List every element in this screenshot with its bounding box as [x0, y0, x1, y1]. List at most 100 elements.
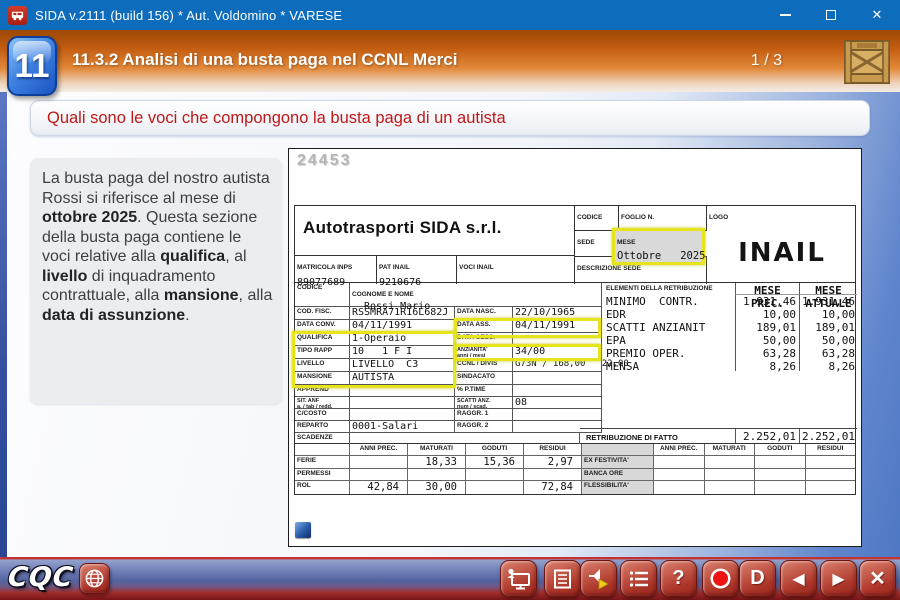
sida-truck-icon	[8, 5, 27, 25]
datanasc-value: 22/10/1965	[513, 307, 602, 319]
codice-label: CODICE	[577, 214, 603, 221]
dataass-value: 04/11/1991	[513, 320, 602, 332]
globe-button[interactable]	[79, 563, 110, 594]
banca-ore-label: BANCA ORE	[582, 468, 654, 481]
logo-label: LOGO	[709, 214, 729, 221]
sede-label: SEDE	[577, 239, 595, 246]
tiporapp-label: TIPO RAPP	[295, 346, 350, 358]
payslip-body-block: CODICE COGNOME E NOME Rossi Mario COD. FI…	[294, 283, 857, 444]
mese-prec-header: MESE PREC.	[735, 283, 799, 309]
cognome-label: COGNOME E NOME	[352, 291, 414, 298]
mese-highlight-box: MESE Ottobre 2025	[612, 228, 706, 265]
text-page-button[interactable]	[544, 560, 581, 597]
datacess-value	[513, 333, 602, 345]
title-bar: SIDA v.2111 (build 156) * Aut. Voldomino…	[0, 0, 900, 30]
record-button[interactable]	[702, 560, 739, 597]
page-indicator: 1 / 3	[750, 52, 782, 69]
raggr1-label: RAGGR. 1	[455, 409, 513, 420]
reparto-label: REPARTO	[295, 421, 350, 432]
minimize-icon	[779, 14, 791, 16]
left-accent-strip	[0, 92, 7, 557]
screen-share-button[interactable]	[500, 560, 537, 597]
datacess-label: DATA CESS.	[455, 333, 513, 345]
payslip-counters-table: ANNI PREC. MATURATI GODUTI RESIDUI ANNI …	[294, 444, 856, 495]
apprend-label: APPREND	[295, 385, 350, 396]
mese-label: MESE	[617, 239, 636, 246]
retribuzione-di-fatto-row: RETRIBUZIONE DI FATTO 2.252,01 2.252,01	[580, 428, 857, 443]
question-text: Quali sono le voci che compongono la bus…	[47, 108, 506, 127]
screen-share-icon	[507, 568, 530, 589]
minimize-button[interactable]	[762, 0, 808, 30]
qualifica-label: QUALIFICA	[295, 333, 350, 345]
audio-button[interactable]	[580, 560, 617, 597]
rol-row: ROL 42,84 30,00 72,84 FLESSIBILITA'	[295, 481, 855, 495]
speaker-icon	[588, 568, 609, 590]
retribuzione-prec: 2.252,01	[735, 429, 799, 443]
ex-festivita-label: EX FESTIVITA'	[582, 456, 654, 468]
dictionary-button[interactable]: D	[739, 560, 776, 597]
app-window: SIDA v.2111 (build 156) * Aut. Voldomino…	[0, 0, 900, 600]
livello-value: LIVELLO C3	[350, 359, 455, 371]
next-arrow-icon: ▶	[832, 570, 845, 588]
inail-logo: INAIL	[738, 238, 826, 268]
globe-icon	[85, 569, 104, 588]
mese-attuale-header: MESE ATTUALE	[799, 283, 857, 309]
foglio-label: FOGLIO N.	[621, 214, 655, 221]
close-window-button[interactable]: ✕	[854, 0, 900, 30]
cqc-logo: CQC	[6, 562, 76, 593]
flessibilita-label: FLESSIBILITA'	[582, 481, 654, 495]
payslip-header-block: Autotrasporti SIDA s.r.l. MATRICOLA INPS…	[294, 205, 856, 288]
index-button[interactable]	[620, 560, 657, 597]
dataconv-value: 04/11/1991	[350, 320, 455, 332]
scadenze-label: SCADENZE	[295, 433, 350, 444]
permessi-row: PERMESSI BANCA ORE	[295, 468, 855, 482]
codfisc-value: RSSMRA71R16L682J	[350, 307, 455, 319]
payroll-software-logo-icon	[295, 522, 311, 538]
window-title: SIDA v.2111 (build 156) * Aut. Voldomino…	[35, 7, 343, 23]
dataass-label: DATA ASS.	[455, 320, 513, 332]
pat-inail-label: PAT INAIL	[379, 264, 410, 271]
reparto-value: 0001-Salari	[350, 421, 455, 432]
help-button[interactable]: ?	[660, 560, 697, 597]
maximize-button[interactable]	[808, 0, 854, 30]
retribuzione-label: RETRIBUZIONE DI FATTO	[586, 433, 678, 442]
close-x-icon: ✕	[869, 568, 886, 590]
retribuzione-attuale: 2.252,01	[799, 429, 857, 443]
dataconv-label: DATA CONV.	[295, 320, 350, 332]
elementi-title: ELEMENTI DELLA RETRIBUZIONE	[606, 285, 713, 292]
col-residui: RESIDUI	[524, 444, 582, 455]
exit-button[interactable]: ✕	[859, 560, 896, 597]
main-content: Quali sono le voci che compongono la bus…	[0, 92, 900, 557]
cargo-crate-icon	[842, 36, 892, 88]
voci-inail-label: VOCI INAIL	[459, 264, 494, 271]
qualifica-value: 1-Operaio	[350, 333, 455, 345]
datanasc-label: DATA NASC.	[455, 307, 513, 319]
livello-label: LIVELLO	[295, 359, 350, 371]
ccosto-label: C/COSTO	[295, 409, 350, 420]
next-button[interactable]: ▶	[820, 560, 857, 597]
col-maturati: MATURATI	[408, 444, 466, 455]
col-anni-prec: ANNI PREC.	[350, 444, 408, 455]
mansione-label: MANSIONE	[295, 372, 350, 384]
anzianita-value: 34/00	[513, 346, 602, 358]
payslip-document: 24453 Autotrasporti SIDA s.r.l. MATRICOL…	[288, 148, 862, 547]
elementi-retribuzione: ELEMENTI DELLA RETRIBUZIONE MESE PREC. MES…	[602, 283, 857, 429]
question-bar: Quali sono le voci che compongono la bus…	[30, 100, 870, 136]
sitanf-label: SIT. ANF a. / tab / redd.	[295, 397, 350, 410]
chapter-11-badge-icon: 11	[7, 36, 57, 96]
raggr2-label: RAGGR. 2	[455, 421, 513, 432]
ccnl-value: G73N / 168,00 22,00	[515, 359, 629, 371]
matricola-inps-label: MATRICOLA INPS	[297, 264, 353, 271]
descrizione-sede-label: DESCRIZIONE SEDE	[577, 265, 641, 272]
ferie-row: FERIE 18,33 15,36 2,97 EX FESTIVITA'	[295, 456, 855, 469]
scattianz-value: 08	[513, 397, 602, 408]
lesson-header: 11.3.2 Analisi di una busta paga nel CCN…	[0, 30, 900, 92]
prev-button[interactable]: ◀	[780, 560, 817, 597]
sindacato-label: SINDACATO	[455, 372, 513, 384]
bottom-toolbar: CQC ? D ◀ ▶ ✕	[0, 557, 900, 600]
question-mark-icon: ?	[672, 567, 685, 589]
codice-row-label: CODICE	[295, 283, 350, 306]
col-goduti: GODUTI	[466, 444, 524, 455]
mese-value: Ottobre 2025	[617, 250, 706, 262]
payslip-doc-number: 24453	[297, 152, 352, 169]
